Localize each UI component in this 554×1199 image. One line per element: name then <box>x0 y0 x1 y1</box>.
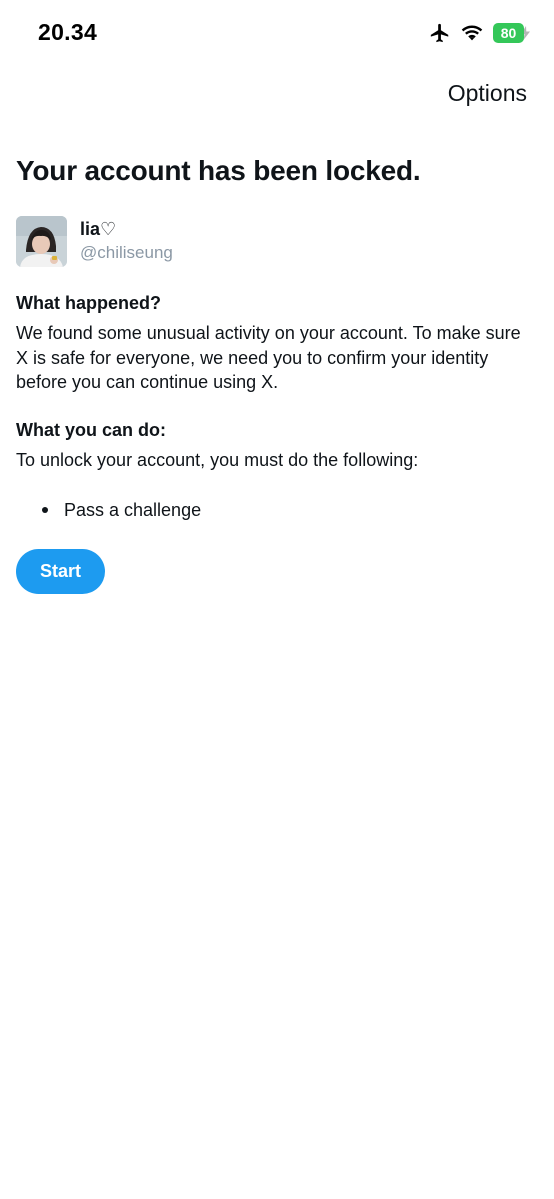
avatar <box>16 216 67 267</box>
status-bar: 20.34 80 <box>0 0 554 66</box>
account-card: lia♡ @chiliseung <box>16 216 173 267</box>
what-happened-heading: What happened? <box>16 293 161 313</box>
display-name: lia♡ <box>80 219 117 239</box>
battery-level: 80 <box>493 23 524 43</box>
what-you-can-do-heading: What you can do: <box>16 420 166 440</box>
step-label: Pass a challenge <box>64 499 202 520</box>
what-you-can-do-body: To unlock your account, you must do the … <box>16 450 419 470</box>
status-time: 20.34 <box>38 19 98 45</box>
battery-charging-icon: 80 <box>493 23 530 43</box>
bullet-icon <box>42 507 48 513</box>
status-icons: 80 <box>429 22 530 44</box>
account-handle: @chiliseung <box>80 243 173 262</box>
what-happened-body: We found some unusual activity on your a… <box>16 323 521 392</box>
wifi-icon <box>461 24 483 42</box>
options-button[interactable]: Options <box>448 80 527 107</box>
steps-list: Pass a challenge <box>16 498 201 522</box>
start-button[interactable]: Start <box>16 549 105 594</box>
account-text: lia♡ @chiliseung <box>80 218 173 264</box>
page-title: Your account has been locked. <box>16 155 421 186</box>
battery-percent: 80 <box>500 25 517 41</box>
locked-account-screen: 20.34 80 Options Your account has been l… <box>0 0 554 1199</box>
airplane-icon <box>429 22 451 44</box>
list-item: Pass a challenge <box>16 498 201 522</box>
